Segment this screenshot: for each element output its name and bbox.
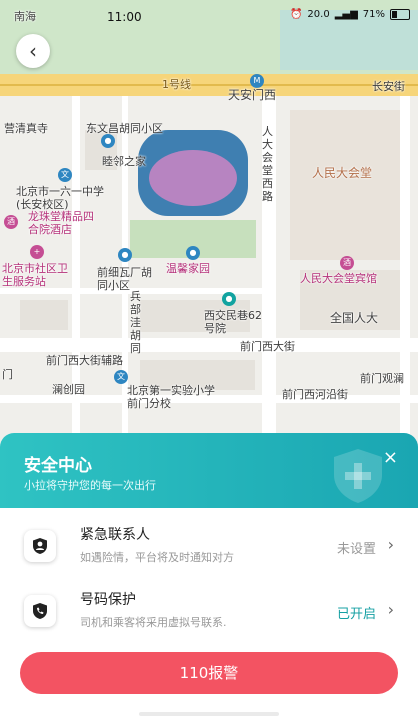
- map-label-qianmen-fu: 前门西大街辅路: [46, 354, 123, 367]
- phone-shield-icon: [24, 595, 56, 627]
- shield-plus-icon: [334, 449, 382, 503]
- status-bar: 南海 11:00 ⏰ 20.0 ▂▄▆ 71%: [0, 0, 418, 28]
- map-label-line1: 1号线: [162, 78, 191, 91]
- map-label-men: 门: [2, 368, 13, 381]
- map-label-xijiao: 西交民巷62号院: [204, 309, 262, 335]
- map-label-great-hall-west-road: 人大会堂西路: [262, 125, 273, 203]
- map-label-great-hall-hotel: 人民大会堂宾馆: [300, 272, 377, 285]
- residence-icon: ●: [118, 248, 132, 262]
- hospital-icon: +: [30, 245, 44, 259]
- status-time: 11:00: [107, 10, 142, 24]
- hotel-icon-2: 酒: [340, 256, 354, 270]
- location-icon: ●: [222, 292, 236, 306]
- map-label-qianxi: 前细瓦厂胡同小区: [97, 266, 152, 292]
- map-label-longquan: 龙珠堂精品四合院酒店: [28, 210, 94, 236]
- row-title: 紧急联系人: [80, 527, 150, 543]
- row-status: 未设置: [336, 542, 376, 557]
- map-label-qianmen-west: 前门西大街: [240, 340, 295, 353]
- home-indicator[interactable]: [139, 712, 279, 716]
- alarm-icon: ⏰: [289, 9, 303, 20]
- row-subtitle: 如遇险情，平台将及时通知对方: [80, 551, 234, 564]
- emergency-contact-row[interactable]: 紧急联系人 如遇险情，平台将及时通知对方 未设置 ›: [20, 518, 398, 576]
- map-label-dongwanchang: 东文昌胡同小区: [86, 122, 163, 135]
- hotel-icon: 酒: [4, 215, 18, 229]
- map-label-changan-street: 长安街: [372, 80, 405, 93]
- map-label-tiananmen-west: 天安门西: [228, 88, 277, 102]
- home-icon: ●: [186, 246, 200, 260]
- map-label-school161: 北京市一六一中学(长安校区): [16, 185, 104, 211]
- map-view[interactable]: 南海 11:00 ⏰ 20.0 ▂▄▆ 71% ‹ 1号线 M 天安门西 长安街…: [0, 0, 418, 450]
- sheet-title: 安全中心: [24, 456, 92, 476]
- status-carrier: 南海: [14, 10, 36, 23]
- chevron-left-icon: ‹: [29, 39, 37, 63]
- call-110-button[interactable]: 110报警: [20, 652, 398, 694]
- row-title: 号码保护: [80, 592, 136, 608]
- row-subtitle: 司机和乘客将采用虚拟号联系.: [80, 616, 227, 629]
- sheet-header: 安全中心 小拉将守护您的每一次出行 ×: [0, 433, 418, 508]
- map-label-community-health: 北京市社区卫生服务站: [2, 262, 68, 288]
- map-label-lanju: 澜创园: [52, 383, 85, 396]
- map-label-no1-school: 北京第一实验小学前门分校: [127, 384, 215, 410]
- chevron-right-icon: ›: [387, 600, 394, 619]
- status-icons: ⏰ 20.0 ▂▄▆ 71%: [290, 9, 410, 20]
- back-button[interactable]: ‹: [16, 34, 50, 68]
- battery-icon: [390, 9, 410, 20]
- chevron-right-icon: ›: [387, 535, 394, 554]
- location-pin-icon: ●: [101, 134, 115, 148]
- row-status: 已开启: [336, 607, 376, 622]
- signal-icon: ▂▄▆: [334, 9, 358, 20]
- contact-icon: [24, 530, 56, 562]
- map-label-qianmen-heyan: 前门西河沿街: [282, 388, 348, 401]
- metro-icon: M: [250, 74, 264, 88]
- map-label-npc: 全国人大: [330, 311, 379, 325]
- map-label-bingbu: 兵部洼胡同: [130, 290, 141, 355]
- map-label-mulinzhijia: 睦邻之家: [102, 155, 146, 168]
- close-button[interactable]: ×: [383, 447, 398, 468]
- map-label-qingzhen: 营清真寺: [4, 122, 48, 135]
- school-icon-2: 文: [114, 370, 128, 384]
- battery-text: 71%: [362, 9, 385, 20]
- network-speed: 20.0: [307, 9, 330, 20]
- sheet-subtitle: 小拉将守护您的每一次出行: [24, 479, 156, 492]
- map-label-great-hall: 人民大会堂: [312, 166, 373, 180]
- map-label-qianmen-guanlan: 前门观澜: [360, 372, 404, 385]
- school-icon: 文: [58, 168, 72, 182]
- map-label-wenxin: 温馨家园: [166, 262, 210, 275]
- number-protection-row[interactable]: 号码保护 司机和乘客将采用虚拟号联系. 已开启 ›: [20, 583, 398, 641]
